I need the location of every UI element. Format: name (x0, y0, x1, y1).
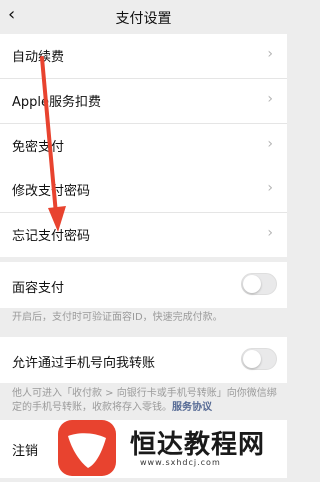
annotation-arrow (40, 56, 66, 232)
arrow-head (48, 206, 66, 232)
arrow-shaft (40, 56, 58, 216)
watermark-text: 恒达教程网 (130, 430, 266, 460)
watermark-logo (58, 420, 116, 476)
watermark-url: www.sxhdcj.com (140, 458, 221, 467)
watermark: 恒达教程网 www.sxhdcj.com (52, 418, 292, 478)
